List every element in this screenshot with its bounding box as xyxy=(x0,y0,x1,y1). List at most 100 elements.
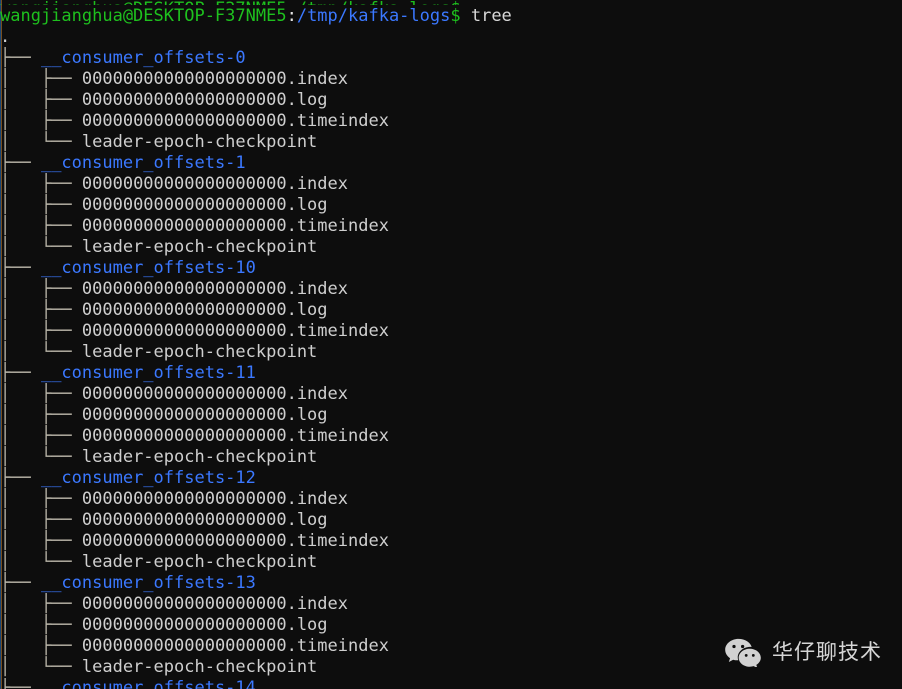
tree-directory-line: ├── __consumer_offsets-0 xyxy=(0,48,902,69)
tree-connector: │ ├── xyxy=(0,216,82,236)
tree-connector: │ ├── xyxy=(0,384,82,404)
tree-connector: │ ├── xyxy=(0,426,82,446)
tree-connector: │ └── xyxy=(0,237,82,257)
tree-file-line: │ └── leader-epoch-checkpoint xyxy=(0,342,902,363)
file-name[interactable]: 00000000000000000000.timeindex xyxy=(82,426,389,446)
file-name[interactable]: 00000000000000000000.log xyxy=(82,90,328,110)
tree-connector: │ └── xyxy=(0,447,82,467)
terminal-screen[interactable]: wangjianghua@DESKTOP-F37NME5:/tmp/kafka-… xyxy=(0,0,902,689)
tree-file-line: │ ├── 00000000000000000000.timeindex xyxy=(0,111,902,132)
tree-directory-line: ├── __consumer_offsets-10 xyxy=(0,258,902,279)
file-name[interactable]: 00000000000000000000.log xyxy=(82,195,328,215)
file-name[interactable]: 00000000000000000000.timeindex xyxy=(82,216,389,236)
tree-connector: │ └── xyxy=(0,132,82,152)
tree-file-line: │ ├── 00000000000000000000.log xyxy=(0,195,902,216)
tree-directory-line: ├── __consumer_offsets-12 xyxy=(0,468,902,489)
tree-file-line: │ ├── 00000000000000000000.index xyxy=(0,384,902,405)
tree-connector: ├── xyxy=(0,468,41,488)
tree-connector: │ └── xyxy=(0,657,82,677)
tree-file-line: │ ├── 00000000000000000000.log xyxy=(0,405,902,426)
file-name[interactable]: leader-epoch-checkpoint xyxy=(82,342,317,362)
tree-file-line: │ ├── 00000000000000000000.timeindex xyxy=(0,636,902,657)
tree-root-line: . xyxy=(0,27,902,48)
directory-name[interactable]: __consumer_offsets-14 xyxy=(41,678,256,689)
tree-connector: │ ├── xyxy=(0,174,82,194)
file-name[interactable]: leader-epoch-checkpoint xyxy=(82,237,317,257)
prompt-user-host: wangjianghua@DESKTOP-F37NME5 xyxy=(0,6,287,26)
tree-root-label: . xyxy=(0,27,11,47)
file-name[interactable]: 00000000000000000000.timeindex xyxy=(82,321,389,341)
tree-connector: │ ├── xyxy=(0,615,82,635)
tree-file-line: │ ├── 00000000000000000000.log xyxy=(0,300,902,321)
tree-connector: │ ├── xyxy=(0,531,82,551)
tree-connector: │ ├── xyxy=(0,636,82,656)
tree-connector: │ ├── xyxy=(0,300,82,320)
file-name[interactable]: 00000000000000000000.log xyxy=(82,300,328,320)
tree-file-line: │ ├── 00000000000000000000.timeindex xyxy=(0,426,902,447)
prompt-separator: : xyxy=(286,6,297,26)
file-name[interactable]: 00000000000000000000.index xyxy=(82,489,348,509)
directory-name[interactable]: __consumer_offsets-12 xyxy=(41,468,256,488)
tree-connector: │ └── xyxy=(0,552,82,572)
tree-directory-line: ├── __consumer_offsets-11 xyxy=(0,363,902,384)
file-name[interactable]: 00000000000000000000.index xyxy=(82,69,348,89)
file-name[interactable]: leader-epoch-checkpoint xyxy=(82,132,317,152)
directory-name[interactable]: __consumer_offsets-10 xyxy=(41,258,256,278)
tree-connector: │ ├── xyxy=(0,594,82,614)
tree-file-line: │ ├── 00000000000000000000.index xyxy=(0,489,902,510)
file-name[interactable]: 00000000000000000000.log xyxy=(82,615,328,635)
tree-file-line: │ └── leader-epoch-checkpoint xyxy=(0,132,902,153)
file-name[interactable]: leader-epoch-checkpoint xyxy=(82,657,317,677)
directory-name[interactable]: __consumer_offsets-1 xyxy=(41,153,246,173)
file-name[interactable]: 00000000000000000000.index xyxy=(82,279,348,299)
tree-connector: │ ├── xyxy=(0,195,82,215)
tree-file-line: │ └── leader-epoch-checkpoint xyxy=(0,657,902,678)
tree-file-line: │ ├── 00000000000000000000.log xyxy=(0,90,902,111)
clipped-prompt-text: wangjianghua@DESKTOP-F37NME5:/tmp/kafka-… xyxy=(0,0,461,5)
file-name[interactable]: 00000000000000000000.timeindex xyxy=(82,531,389,551)
prompt-path: /tmp/kafka-logs xyxy=(296,6,451,26)
file-name[interactable]: 00000000000000000000.timeindex xyxy=(82,636,389,656)
tree-connector: │ ├── xyxy=(0,69,82,89)
tree-file-line: │ ├── 00000000000000000000.index xyxy=(0,69,902,90)
tree-file-line: │ ├── 00000000000000000000.timeindex xyxy=(0,531,902,552)
tree-file-line: │ ├── 00000000000000000000.timeindex xyxy=(0,216,902,237)
tree-connector: ├── xyxy=(0,363,41,383)
tree-connector: │ └── xyxy=(0,342,82,362)
tree-directory-line: ├── __consumer_offsets-1 xyxy=(0,153,902,174)
tree-directory-line: ├── __consumer_offsets-14 xyxy=(0,678,902,689)
prompt-symbol: $ xyxy=(450,6,461,26)
file-name[interactable]: leader-epoch-checkpoint xyxy=(82,447,317,467)
tree-connector: │ ├── xyxy=(0,111,82,131)
file-name[interactable]: 00000000000000000000.index xyxy=(82,174,348,194)
tree-connector: │ ├── xyxy=(0,405,82,425)
tree-connector: ├── xyxy=(0,678,41,689)
tree-output: ├── __consumer_offsets-0 │ ├── 0000000000… xyxy=(0,48,902,689)
file-name[interactable]: 00000000000000000000.index xyxy=(82,594,348,614)
file-name[interactable]: 00000000000000000000.log xyxy=(82,510,328,530)
file-name[interactable]: 00000000000000000000.timeindex xyxy=(82,111,389,131)
tree-file-line: │ ├── 00000000000000000000.index xyxy=(0,594,902,615)
tree-connector: ├── xyxy=(0,48,41,68)
tree-connector: │ ├── xyxy=(0,279,82,299)
tree-file-line: │ ├── 00000000000000000000.timeindex xyxy=(0,321,902,342)
file-name[interactable]: leader-epoch-checkpoint xyxy=(82,552,317,572)
tree-connector: ├── xyxy=(0,153,41,173)
tree-file-line: │ └── leader-epoch-checkpoint xyxy=(0,447,902,468)
directory-name[interactable]: __consumer_offsets-0 xyxy=(41,48,246,68)
tree-directory-line: ├── __consumer_offsets-13 xyxy=(0,573,902,594)
file-name[interactable]: 00000000000000000000.log xyxy=(82,405,328,425)
tree-connector: │ ├── xyxy=(0,510,82,530)
tree-file-line: │ └── leader-epoch-checkpoint xyxy=(0,552,902,573)
tree-file-line: │ ├── 00000000000000000000.log xyxy=(0,615,902,636)
tree-file-line: │ └── leader-epoch-checkpoint xyxy=(0,237,902,258)
tree-file-line: │ ├── 00000000000000000000.index xyxy=(0,174,902,195)
tree-connector: │ ├── xyxy=(0,321,82,341)
file-name[interactable]: 00000000000000000000.index xyxy=(82,384,348,404)
terminal-window[interactable]: wangjianghua@DESKTOP-F37NME5:/tmp/kafka-… xyxy=(0,0,902,689)
tree-connector: │ ├── xyxy=(0,90,82,110)
directory-name[interactable]: __consumer_offsets-11 xyxy=(41,363,256,383)
prompt-line: wangjianghua@DESKTOP-F37NME5:/tmp/kafka-… xyxy=(0,6,902,27)
prompt-command: tree xyxy=(460,6,512,26)
directory-name[interactable]: __consumer_offsets-13 xyxy=(41,573,256,593)
